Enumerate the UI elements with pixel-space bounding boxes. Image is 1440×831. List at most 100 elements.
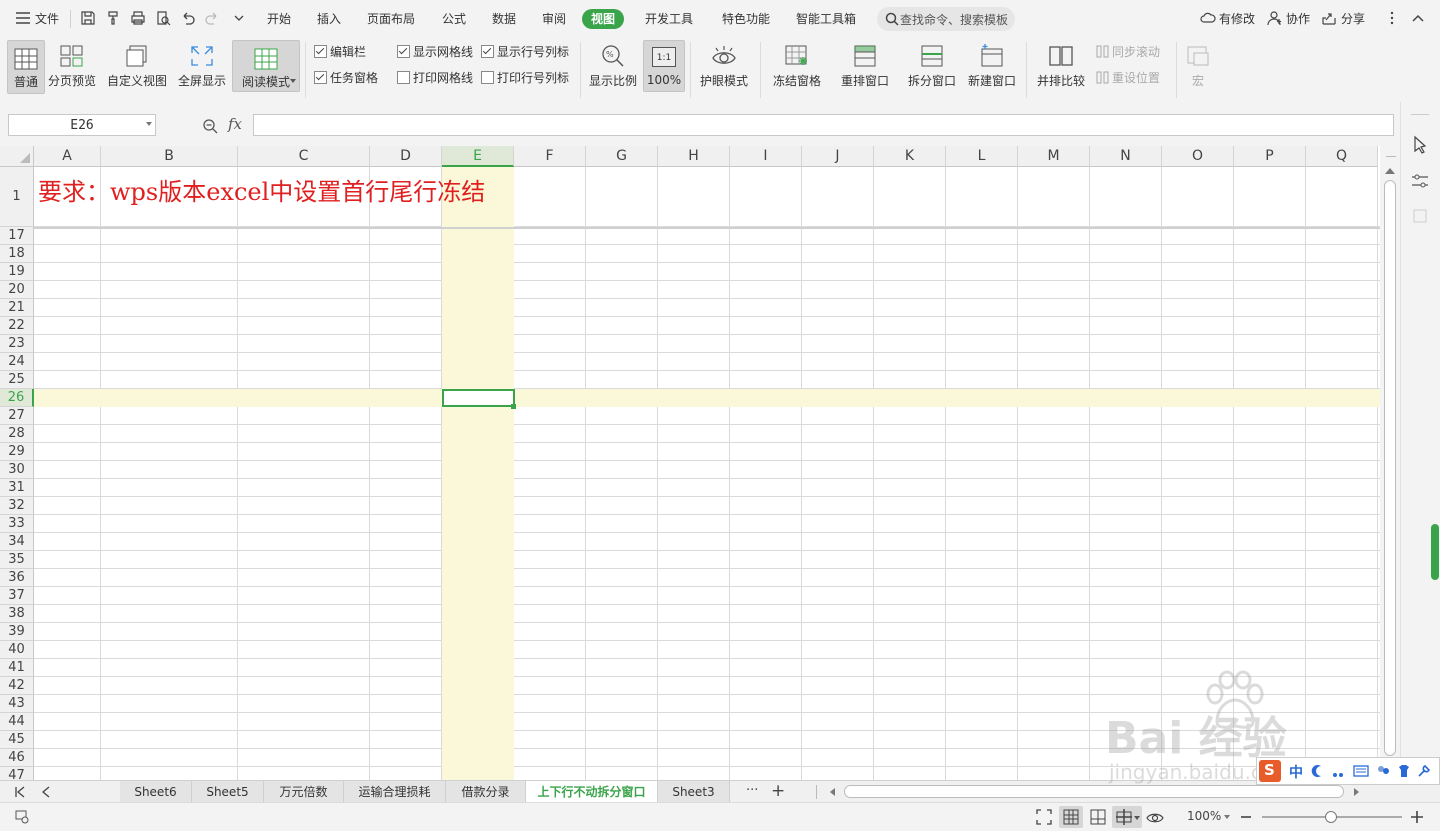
column-header-l[interactable]: L bbox=[946, 146, 1018, 167]
row-header-36[interactable]: 36 bbox=[0, 569, 34, 587]
format-painter-icon[interactable] bbox=[105, 10, 121, 26]
more-sheets-button[interactable]: ··· bbox=[746, 783, 758, 798]
keyboard-icon[interactable] bbox=[1353, 764, 1369, 778]
fullscreen-button[interactable]: 全屏显示 bbox=[176, 38, 228, 102]
macro-button[interactable]: 宏 bbox=[1182, 38, 1214, 102]
row-header-24[interactable]: 24 bbox=[0, 353, 34, 371]
row-header-33[interactable]: 33 bbox=[0, 515, 34, 533]
eye-protection-status-icon[interactable] bbox=[1146, 809, 1164, 825]
print-preview-icon[interactable] bbox=[155, 10, 171, 26]
page-break-preview-button[interactable]: 分页预览 bbox=[46, 38, 98, 102]
print-icon[interactable] bbox=[130, 10, 146, 26]
punctuation-icon[interactable] bbox=[1331, 764, 1345, 778]
sheet-tab[interactable]: Sheet6 bbox=[120, 781, 192, 803]
split-window-button[interactable]: 拆分窗口 bbox=[904, 38, 960, 102]
zoom-in-icon[interactable] bbox=[1410, 810, 1424, 824]
show-headings-checkbox[interactable]: 显示行号列标 bbox=[481, 44, 569, 60]
row-header-37[interactable]: 37 bbox=[0, 587, 34, 605]
tab-developer[interactable]: 开发工具 bbox=[645, 9, 693, 29]
tools-icon[interactable] bbox=[1417, 764, 1431, 778]
freeze-panes-button[interactable]: 冻结窗格 bbox=[766, 38, 828, 102]
normal-view-status-button[interactable] bbox=[1059, 806, 1083, 828]
row-header-27[interactable]: 27 bbox=[0, 407, 34, 425]
prev-sheet-icon[interactable] bbox=[40, 786, 52, 798]
vertical-scrollbar[interactable] bbox=[1380, 146, 1400, 780]
reading-mode-button[interactable]: 阅读模式 bbox=[232, 40, 300, 92]
column-header-e[interactable]: E bbox=[442, 146, 514, 167]
add-sheet-button[interactable]: + bbox=[771, 781, 785, 801]
save-icon[interactable] bbox=[80, 10, 96, 26]
row-header-23[interactable]: 23 bbox=[0, 335, 34, 353]
settings-sliders-icon[interactable] bbox=[1411, 172, 1429, 190]
sync-scroll-button[interactable]: 同步滚动 bbox=[1096, 44, 1160, 60]
row-header-18[interactable]: 18 bbox=[0, 245, 34, 263]
row-header-32[interactable]: 32 bbox=[0, 497, 34, 515]
formula-input[interactable] bbox=[253, 114, 1394, 136]
arrange-windows-button[interactable]: 重排窗口 bbox=[834, 38, 896, 102]
column-header-c[interactable]: C bbox=[238, 146, 370, 167]
zoom-100-button[interactable]: 1:1 100% bbox=[643, 40, 685, 92]
reset-position-button[interactable]: 重设位置 bbox=[1096, 70, 1160, 86]
tab-features[interactable]: 特色功能 bbox=[722, 9, 770, 29]
insert-function-button[interactable]: fx bbox=[228, 115, 242, 133]
modify-status[interactable]: 有修改 bbox=[1219, 9, 1255, 29]
column-header-g[interactable]: G bbox=[586, 146, 658, 167]
row-header-47[interactable]: 47 bbox=[0, 767, 34, 780]
select-pointer-icon[interactable] bbox=[1412, 135, 1428, 154]
normal-view-button[interactable]: 普通 bbox=[7, 40, 45, 94]
sheet-tab[interactable]: 运输合理损耗 bbox=[344, 781, 446, 803]
new-window-button[interactable]: 新建窗口 bbox=[964, 38, 1020, 102]
page-view-icon[interactable] bbox=[1090, 809, 1106, 825]
row-header-41[interactable]: 41 bbox=[0, 659, 34, 677]
ime-language[interactable]: 中 bbox=[1289, 762, 1303, 782]
column-header-d[interactable]: D bbox=[370, 146, 442, 167]
macro-record-icon[interactable] bbox=[14, 809, 30, 825]
column-header-k[interactable]: K bbox=[874, 146, 946, 167]
split-divider[interactable] bbox=[34, 227, 1380, 229]
row-header-26[interactable]: 26 bbox=[0, 389, 34, 407]
tab-insert[interactable]: 插入 bbox=[317, 9, 341, 29]
column-header-a[interactable]: A bbox=[34, 146, 101, 167]
row-header-38[interactable]: 38 bbox=[0, 605, 34, 623]
row-header-20[interactable]: 20 bbox=[0, 281, 34, 299]
tab-formulas[interactable]: 公式 bbox=[442, 9, 466, 29]
share-button[interactable]: 分享 bbox=[1341, 9, 1365, 29]
tab-start[interactable]: 开始 bbox=[267, 9, 291, 29]
row-header-44[interactable]: 44 bbox=[0, 713, 34, 731]
eye-protection-button[interactable]: 护眼模式 bbox=[696, 38, 752, 102]
file-menu[interactable]: 文件 bbox=[35, 9, 59, 29]
name-box-dropdown-icon[interactable] bbox=[146, 122, 152, 126]
tab-review[interactable]: 审阅 bbox=[542, 9, 566, 29]
print-headings-checkbox[interactable]: 打印行号列标 bbox=[481, 70, 569, 86]
scroll-up-icon[interactable] bbox=[1385, 166, 1395, 174]
row-header-28[interactable]: 28 bbox=[0, 425, 34, 443]
row-header-29[interactable]: 29 bbox=[0, 443, 34, 461]
row-header-30[interactable]: 30 bbox=[0, 461, 34, 479]
zoom-button[interactable]: % 显示比例 bbox=[586, 38, 640, 102]
row-header-46[interactable]: 46 bbox=[0, 749, 34, 767]
formula-bar-checkbox[interactable]: 编辑栏 bbox=[314, 44, 366, 60]
scroll-split-handle[interactable] bbox=[1386, 148, 1396, 157]
column-header-n[interactable]: N bbox=[1090, 146, 1162, 167]
custom-view-button[interactable]: 自定义视图 bbox=[104, 38, 170, 102]
zoom-dropdown-icon[interactable] bbox=[1224, 815, 1230, 819]
collaborate-button[interactable]: 协作 bbox=[1286, 9, 1310, 29]
row-header-39[interactable]: 39 bbox=[0, 623, 34, 641]
sogou-logo-icon[interactable]: S bbox=[1259, 760, 1281, 782]
column-header-j[interactable]: J bbox=[802, 146, 874, 167]
tab-data[interactable]: 数据 bbox=[492, 9, 516, 29]
row-header-19[interactable]: 19 bbox=[0, 263, 34, 281]
column-header-o[interactable]: O bbox=[1162, 146, 1234, 167]
spreadsheet-grid[interactable]: ABCDEFGHIJKLMNOPQ 1 17 18 19 20 21 22 23 24 25 26 2… bbox=[0, 146, 1380, 780]
sheet-tab[interactable]: Sheet3 bbox=[658, 781, 730, 803]
side-by-side-button[interactable]: 并排比较 bbox=[1032, 38, 1090, 102]
tab-view[interactable]: 视图 bbox=[582, 9, 625, 29]
show-gridlines-checkbox[interactable]: 显示网格线 bbox=[397, 44, 473, 60]
skin-icon[interactable] bbox=[1397, 764, 1411, 778]
quick-access-dropdown-icon[interactable] bbox=[231, 10, 247, 26]
reading-view-status-button[interactable] bbox=[1112, 806, 1142, 828]
sheet-tab[interactable]: 万元倍数 bbox=[264, 781, 344, 803]
horizontal-scroll-thumb[interactable] bbox=[844, 785, 1344, 798]
sheet-tab[interactable]: 上下行不动拆分窗口 bbox=[526, 781, 658, 803]
row-header-25[interactable]: 25 bbox=[0, 371, 34, 389]
